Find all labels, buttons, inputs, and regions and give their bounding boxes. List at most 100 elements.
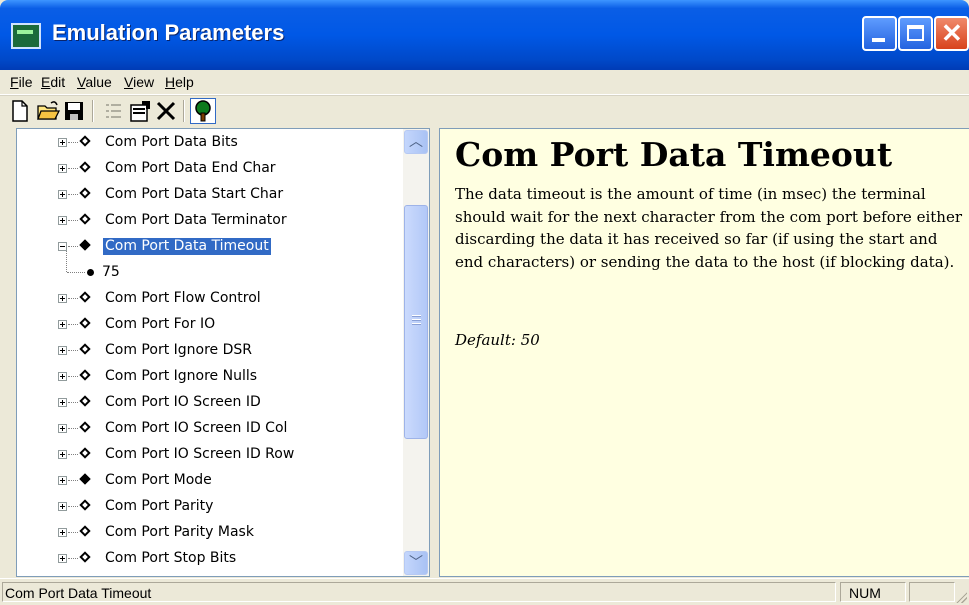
expand-toggle-icon[interactable]: [58, 164, 67, 173]
tree-item-label: Com Port Mode: [105, 472, 212, 488]
expand-toggle-icon[interactable]: [58, 528, 67, 537]
tree-line: [68, 168, 78, 170]
tree-line: [68, 350, 78, 352]
pane-splitter[interactable]: [430, 128, 439, 577]
tree-item[interactable]: Com Port Stop Bits: [17, 546, 397, 572]
diamond-icon: [79, 395, 91, 407]
tree-item-label: Com Port Flow Control: [105, 290, 261, 306]
expand-toggle-icon[interactable]: [58, 476, 67, 485]
tree-item[interactable]: Com Port Ignore DSR: [17, 338, 397, 364]
tree-item-label: Com Port For IO: [105, 316, 216, 332]
tree-line: [66, 251, 67, 272]
open-folder-icon[interactable]: [36, 99, 60, 123]
tree-item-label: Com Port Stop Bits: [105, 550, 237, 566]
tree-item-label: Com Port Ignore Nulls: [105, 368, 258, 384]
minimize-button[interactable]: [862, 16, 897, 51]
diamond-icon: [79, 317, 91, 329]
expand-toggle-icon[interactable]: [58, 138, 67, 147]
scroll-thumb[interactable]: [404, 205, 428, 439]
tree-line: [68, 220, 78, 222]
help-pane: Com Port Data Timeout The data timeout i…: [439, 128, 969, 577]
tree-line: [68, 532, 78, 534]
tree-item-label: Com Port Ignore DSR: [105, 342, 252, 358]
help-description: The data timeout is the amount of time (…: [455, 185, 962, 271]
tree-item[interactable]: Com Port Data Terminator: [17, 208, 397, 234]
help-title: Com Port Data Timeout: [455, 135, 893, 174]
num-lock-indicator: NUM: [840, 582, 906, 602]
tree-item-label: Com Port IO Screen ID Row: [105, 446, 295, 462]
scroll-down-button[interactable]: ﹀: [404, 551, 428, 575]
chevron-down-icon: ﹀: [409, 555, 423, 571]
expand-toggle-icon[interactable]: [58, 372, 67, 381]
menu-value[interactable]: Value: [77, 74, 112, 90]
tree-line: [68, 480, 78, 482]
expand-toggle-icon[interactable]: [58, 398, 67, 407]
tree-child-value[interactable]: 75: [17, 251, 397, 286]
expand-toggle-icon[interactable]: [58, 294, 67, 303]
tree-item[interactable]: Com Port Mode: [17, 468, 397, 494]
expand-toggle-icon[interactable]: [58, 190, 67, 199]
expand-toggle-icon[interactable]: [58, 216, 67, 225]
new-file-icon[interactable]: [8, 99, 32, 123]
save-icon[interactable]: [62, 99, 86, 123]
expand-toggle-icon[interactable]: [58, 502, 67, 511]
scroll-grip: [412, 319, 421, 321]
tree-item[interactable]: Com Port Ignore Nulls: [17, 364, 397, 390]
expand-toggle-icon[interactable]: [58, 346, 67, 355]
tree-item[interactable]: Com Port Data Bits: [17, 130, 397, 156]
tree-item-label: 75: [102, 264, 120, 280]
expand-toggle-icon[interactable]: [58, 554, 67, 563]
tree-item[interactable]: Com Port Data Timeout: [17, 234, 397, 260]
tree-icon[interactable]: [190, 98, 216, 124]
properties-icon[interactable]: [128, 99, 152, 123]
diamond-icon: [79, 369, 91, 381]
status-panel: [909, 582, 955, 602]
menu-view[interactable]: View: [124, 74, 154, 90]
diamond-icon: [79, 421, 91, 433]
diamond-icon: [79, 473, 91, 485]
expand-toggle-icon[interactable]: [58, 424, 67, 433]
tree-item-label: Com Port Parity Mask: [105, 524, 254, 540]
tree-item[interactable]: Com Port Parity Mask: [17, 520, 397, 546]
expand-toggle-icon[interactable]: [58, 450, 67, 459]
tree-line: [68, 454, 78, 456]
maximize-button[interactable]: [898, 16, 933, 51]
resize-grip[interactable]: [955, 591, 967, 603]
window-title: Emulation Parameters: [52, 20, 285, 45]
menu-help[interactable]: Help: [165, 74, 194, 90]
tree-item[interactable]: Com Port Flow Control: [17, 286, 397, 312]
status-bar: Com Port Data Timeout NUM: [0, 578, 969, 605]
scroll-up-button[interactable]: ︿: [404, 130, 428, 154]
collapse-toggle-icon[interactable]: [58, 242, 67, 251]
diamond-icon: [79, 343, 91, 355]
tree-line: [68, 194, 78, 196]
terminal-app-icon[interactable]: [11, 23, 41, 49]
tree-item-label: Com Port Data Terminator: [105, 212, 287, 228]
tree-item-label: Com Port IO Screen ID Col: [105, 420, 288, 436]
menu-file[interactable]: File: [10, 74, 33, 90]
diamond-icon: [79, 291, 91, 303]
list-icon[interactable]: [102, 99, 126, 123]
tree-item[interactable]: Com Port IO Screen ID Col: [17, 416, 397, 442]
close-button[interactable]: ✕: [934, 16, 969, 51]
title-bar[interactable]: Emulation Parameters ✕: [0, 0, 969, 70]
minimize-icon: [872, 38, 885, 42]
tree-item-label: Com Port Data End Char: [105, 160, 276, 176]
tree-item[interactable]: Com Port Data End Char: [17, 156, 397, 182]
diamond-icon: [79, 525, 91, 537]
tree-item[interactable]: Com Port IO Screen ID: [17, 390, 397, 416]
parameter-tree[interactable]: Com Port Data Bits Com Port Data End Char…: [16, 128, 430, 577]
diamond-icon: [79, 213, 91, 225]
expand-toggle-icon[interactable]: [58, 320, 67, 329]
diamond-icon: [79, 447, 91, 459]
delete-icon[interactable]: [154, 99, 178, 123]
tree-line: [68, 506, 78, 508]
tree-item[interactable]: Com Port For IO: [17, 312, 397, 338]
tree-scrollbar[interactable]: ︿ ﹀: [403, 129, 429, 576]
tree-item[interactable]: Com Port Data Start Char: [17, 182, 397, 208]
help-default-value: Default: 50: [455, 331, 540, 349]
tree-item[interactable]: Com Port Parity: [17, 494, 397, 520]
menu-edit[interactable]: Edit: [41, 74, 65, 90]
tree-item[interactable]: Com Port IO Screen ID Row: [17, 442, 397, 468]
tree-line: [68, 324, 78, 326]
